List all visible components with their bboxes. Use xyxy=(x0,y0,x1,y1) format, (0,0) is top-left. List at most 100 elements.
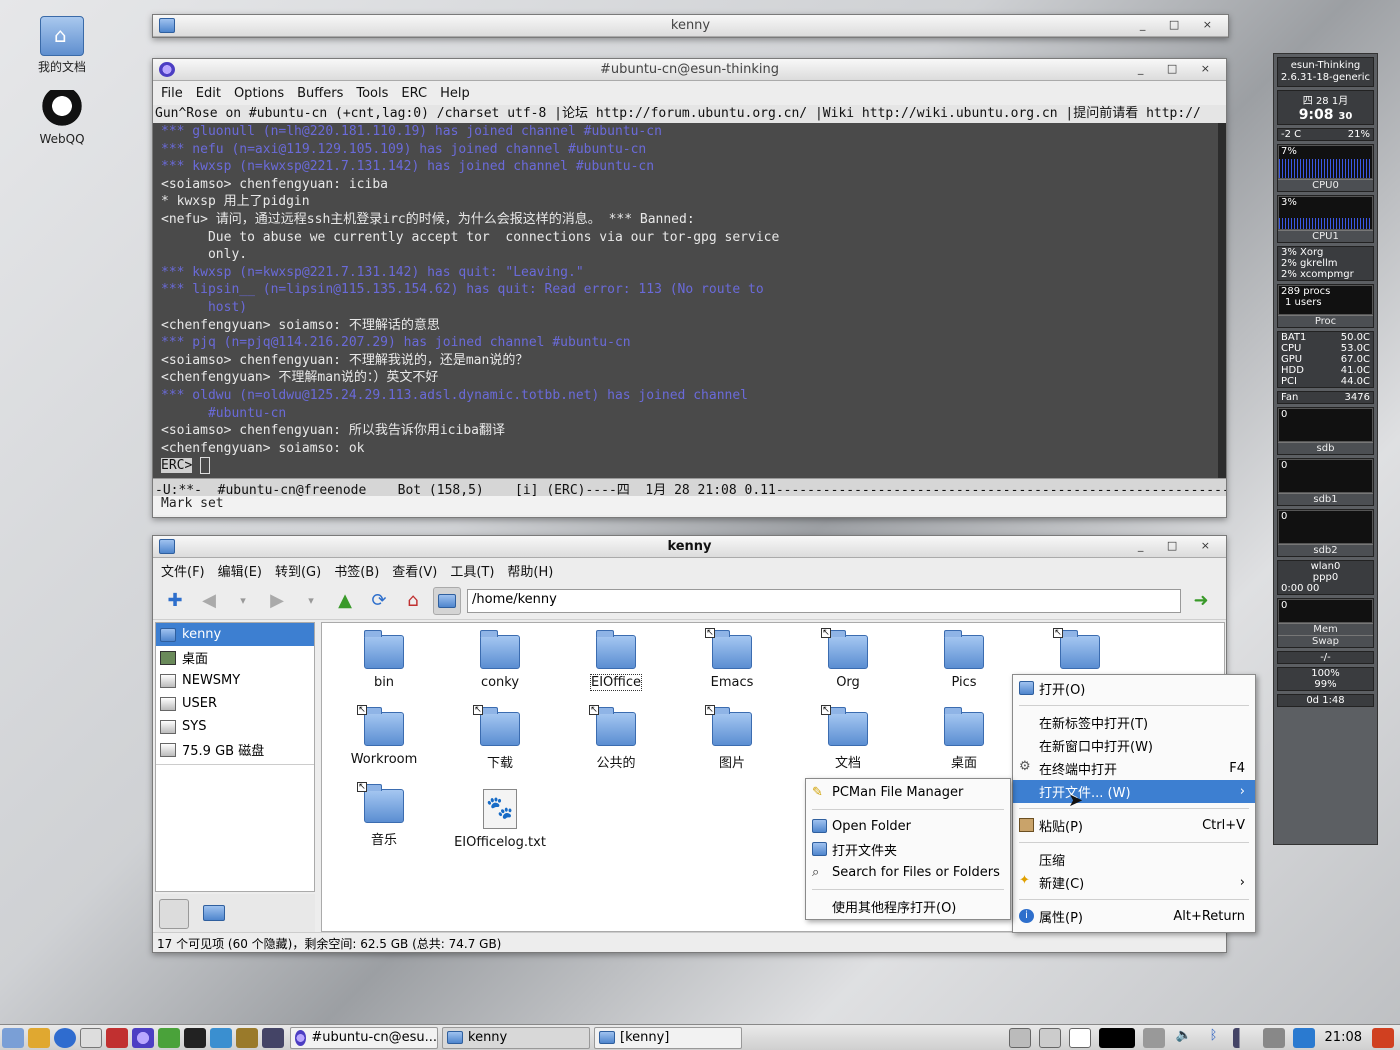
forward-history-button[interactable]: ▾ xyxy=(297,587,325,615)
erc-buffer[interactable]: Gun^Rose on #ubuntu-cn (+cnt,lag:0) /cha… xyxy=(153,105,1226,478)
menu-tools[interactable]: Tools xyxy=(356,86,388,101)
task-button-kenny-shaded[interactable]: [kenny] xyxy=(594,1026,742,1049)
forward-button[interactable]: ▶ xyxy=(263,587,291,615)
menu-help[interactable]: Help xyxy=(440,86,470,101)
book-launcher-icon[interactable] xyxy=(236,1027,258,1048)
puzzle-launcher-icon[interactable] xyxy=(210,1027,232,1048)
battery-icon[interactable] xyxy=(1262,1027,1285,1048)
erc-launcher-icon[interactable] xyxy=(132,1027,154,1048)
places-mode-button[interactable] xyxy=(159,899,189,929)
sidebar-item-user[interactable]: USER xyxy=(156,692,314,715)
app-launcher-icon[interactable] xyxy=(106,1027,128,1048)
file-manager-launcher-icon[interactable] xyxy=(28,1027,50,1048)
logout-icon[interactable] xyxy=(1372,1027,1394,1048)
window-list-icon[interactable] xyxy=(1068,1027,1091,1048)
desktop-pager-icon[interactable] xyxy=(1008,1027,1031,1048)
home-button[interactable]: ⌂ xyxy=(399,587,427,615)
file-item[interactable]: ↖ Org xyxy=(798,623,898,690)
submenu-item-other-app[interactable]: 使用其他程序打开(O) xyxy=(806,895,1010,918)
file-item[interactable]: ↖ 公共的 xyxy=(566,700,666,771)
back-button[interactable]: ◀ xyxy=(195,587,223,615)
menu-item-new[interactable]: ✦ 新建(C) › xyxy=(1013,871,1255,894)
reload-button[interactable]: ⟳ xyxy=(365,587,393,615)
desktop-icon-documents[interactable]: 我的文档 xyxy=(22,16,102,75)
menu-item-open-terminal[interactable]: ⚙ 在终端中打开 F4 xyxy=(1013,757,1255,780)
new-tab-button[interactable]: ✚ xyxy=(161,587,189,615)
sidebar-item-kenny[interactable]: kenny xyxy=(156,623,314,646)
file-item[interactable]: ↖ 下载 xyxy=(450,700,550,771)
file-item[interactable]: bin xyxy=(334,623,434,690)
menu-go[interactable]: 转到(G) xyxy=(275,561,321,580)
path-input[interactable]: /home/kenny xyxy=(467,588,1181,613)
file-item[interactable]: ↖ Emacs xyxy=(682,623,782,690)
submenu-item-open-folder-cn[interactable]: 打开文件夹 xyxy=(806,838,1010,861)
titlebar[interactable]: kenny _ □ × xyxy=(153,15,1228,37)
menu-item-open-tab[interactable]: 在新标签中打开(T) xyxy=(1013,711,1255,734)
menu-erc[interactable]: ERC xyxy=(401,86,427,101)
monitor-launcher-icon[interactable] xyxy=(262,1027,284,1048)
start-menu-icon[interactable] xyxy=(2,1027,24,1048)
menu-options[interactable]: Options xyxy=(234,86,284,101)
menu-file[interactable]: 文件(F) xyxy=(161,561,205,580)
sidebar-item-newsmy[interactable]: NEWSMY xyxy=(156,669,314,692)
network-icon[interactable] xyxy=(1142,1027,1165,1048)
menu-buffers[interactable]: Buffers xyxy=(297,86,343,101)
time: 9:08 xyxy=(1298,107,1334,123)
window-controls[interactable]: _ □ × xyxy=(1138,62,1220,75)
terminal-launcher-icon[interactable] xyxy=(184,1027,206,1048)
up-button[interactable]: ▲ xyxy=(331,587,359,615)
volume-icon[interactable]: 🔈 xyxy=(1173,1028,1195,1048)
open-folder-button[interactable] xyxy=(433,586,461,615)
erc-prompt-line[interactable]: ERC> xyxy=(161,457,1226,475)
desktop-icon-webqq[interactable]: WebQQ xyxy=(22,90,102,146)
submenu-item-search[interactable]: ⌕ Search for Files or Folders xyxy=(806,861,1010,884)
go-button[interactable]: ➜ xyxy=(1187,587,1215,615)
file-item[interactable]: EIOffice xyxy=(566,623,666,691)
bluetooth-icon[interactable]: ᛒ xyxy=(1203,1028,1225,1048)
file-item[interactable]: ↖ 图片 xyxy=(682,700,782,771)
file-item[interactable]: 🐾 EIOfficelog.txt xyxy=(450,777,550,850)
sidebar-item-sys[interactable]: SYS xyxy=(156,715,314,738)
fan-label: Fan xyxy=(1281,392,1299,403)
menu-view[interactable]: 查看(V) xyxy=(392,561,437,580)
menu-item-open-window[interactable]: 在新窗口中打开(W) xyxy=(1013,734,1255,757)
file-item[interactable]: 桌面 xyxy=(914,700,1014,771)
menu-edit[interactable]: 编辑(E) xyxy=(218,561,262,580)
update-icon[interactable] xyxy=(1292,1027,1315,1048)
file-item[interactable]: ↖ 音乐 xyxy=(334,777,434,848)
menu-help[interactable]: 帮助(H) xyxy=(507,561,553,580)
menu-item-properties[interactable]: i 属性(P) Alt+Return xyxy=(1013,905,1255,928)
file-item[interactable]: ↖ 文档 xyxy=(798,700,898,771)
menu-tools[interactable]: 工具(T) xyxy=(450,561,494,580)
clock[interactable]: 21:08 xyxy=(1321,1030,1366,1045)
menu-edit[interactable]: Edit xyxy=(196,86,221,101)
mail-panel[interactable]: -/- xyxy=(1277,651,1374,664)
menu-item-compress[interactable]: 压缩 xyxy=(1013,848,1255,871)
mail-launcher-icon[interactable] xyxy=(80,1027,102,1048)
sidebar-item-desktop[interactable]: 桌面 xyxy=(156,646,314,669)
window-controls[interactable]: _ □ × xyxy=(1140,18,1222,31)
window-controls[interactable]: _ □ × xyxy=(1138,539,1220,552)
menu-item-paste[interactable]: 粘贴(P) Ctrl+V xyxy=(1013,814,1255,837)
file-item[interactable]: Pics xyxy=(914,623,1014,690)
sidebar-item-disk[interactable]: 75.9 GB 磁盘 xyxy=(156,738,314,761)
menu-bookmarks[interactable]: 书签(B) xyxy=(334,561,379,580)
scrollbar[interactable] xyxy=(1218,123,1226,478)
task-button-erc[interactable]: #ubuntu-cn@esu... xyxy=(290,1026,438,1049)
back-history-button[interactable]: ▾ xyxy=(229,587,257,615)
browser-launcher-icon[interactable] xyxy=(54,1027,76,1048)
menu-item-open[interactable]: 打开(O) xyxy=(1013,677,1255,700)
menu-file[interactable]: File xyxy=(161,86,183,101)
submenu-item-pcman[interactable]: ✎ PCMan File Manager xyxy=(806,781,1010,804)
workspace-icon[interactable] xyxy=(1038,1027,1061,1048)
file-item[interactable]: ↖ xyxy=(1030,623,1130,675)
menu-item-open-with[interactable]: 打开文件... (W) › xyxy=(1013,780,1255,803)
tree-mode-button[interactable] xyxy=(201,899,231,929)
submenu-item-open-folder[interactable]: Open Folder xyxy=(806,815,1010,838)
editor-launcher-icon[interactable] xyxy=(158,1027,180,1048)
file-item[interactable]: conky xyxy=(450,623,550,690)
titlebar[interactable]: #ubuntu-cn@esun-thinking _ □ × xyxy=(153,59,1226,81)
task-button-kenny[interactable]: kenny xyxy=(442,1026,590,1049)
file-item[interactable]: ↖ Workroom xyxy=(334,700,434,767)
titlebar[interactable]: kenny _ □ × xyxy=(153,536,1226,558)
